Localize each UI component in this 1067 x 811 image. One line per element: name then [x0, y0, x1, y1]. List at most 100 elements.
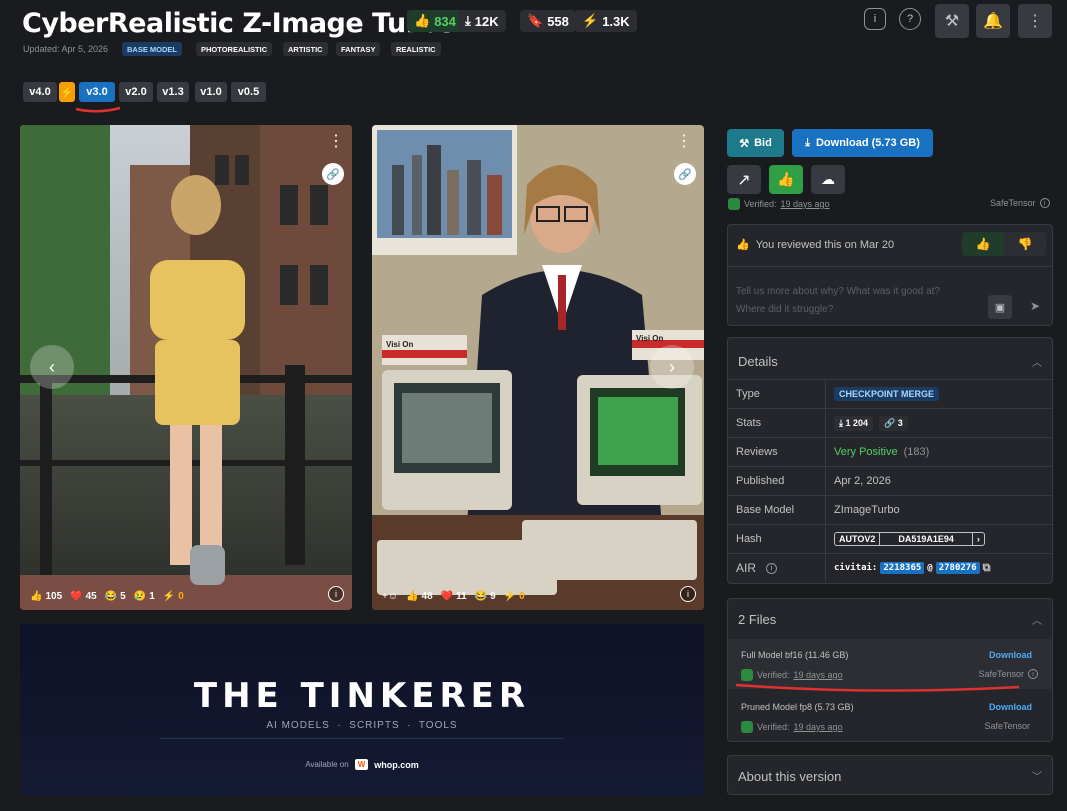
banner-title: THE TINKERER: [193, 676, 531, 716]
reaction-laugh[interactable]: 😂 5: [105, 591, 126, 602]
help-icon[interactable]: ?: [899, 8, 921, 30]
remix-icon[interactable]: 🔗: [674, 163, 696, 185]
review-text: You reviewed this on Mar 20: [755, 238, 895, 251]
about-version-panel[interactable]: About this version ﹀: [727, 755, 1053, 795]
info-icon[interactable]: i: [1028, 669, 1038, 679]
shield-check-icon: [728, 198, 740, 210]
attach-image-icon[interactable]: ▣: [988, 295, 1012, 319]
thumbs-up-icon: 👍: [736, 239, 750, 251]
about-version-label: About this version: [738, 769, 842, 784]
thumbs-up-button[interactable]: 👍: [962, 232, 1004, 256]
reviews-count: (183): [903, 446, 930, 458]
file-item: Pruned Model fp8 (5.73 GB) Download Veri…: [728, 691, 1052, 741]
reaction-buzz[interactable]: ⚡ 0: [163, 591, 184, 602]
version-v2-0[interactable]: v2.0: [119, 82, 153, 102]
hash-value: DA519A1E94: [898, 534, 954, 544]
add-reaction-icon[interactable]: +☺: [382, 591, 398, 602]
reaction-cry[interactable]: 😢 1: [134, 591, 155, 602]
image-info-icon[interactable]: i: [680, 586, 696, 602]
gallery-prev-button[interactable]: ‹: [30, 345, 74, 389]
tinkerer-banner[interactable]: THE TINKERER AI MODELS · SCRIPTS · TOOLS…: [20, 624, 704, 796]
file-download-link[interactable]: Download: [989, 650, 1032, 660]
verified-ago[interactable]: 19 days ago: [781, 199, 830, 209]
likes-stat[interactable]: 👍 834: [407, 10, 463, 32]
shield-check-icon: [741, 721, 753, 733]
tag-artistic[interactable]: ARTISTIC: [283, 42, 328, 56]
card-menu-icon[interactable]: ⋮: [328, 131, 344, 151]
reaction-heart[interactable]: ❤️ 11: [441, 591, 467, 602]
download-count-badge: ⤓ 1 204: [834, 415, 874, 431]
reaction-buzz[interactable]: ⚡ 0: [504, 591, 525, 602]
files-panel: 2 Files ︿ Full Model bf16 (11.46 GB) Dow…: [727, 598, 1053, 742]
like-button[interactable]: 👍: [769, 165, 803, 194]
card-menu-icon[interactable]: ⋮: [676, 131, 692, 151]
chevron-up-icon[interactable]: ︿: [1032, 354, 1042, 369]
more-menu-button[interactable]: ⋮: [1018, 4, 1052, 38]
share-icon: ↗: [737, 171, 751, 189]
bookmarks-stat[interactable]: 🔖 558: [520, 10, 576, 32]
hash-box[interactable]: AUTOV2 DA519A1E94 ›: [834, 532, 985, 546]
reactions-bar: 👍 105 ❤️ 45 😂 5 😢 1 ⚡ 0: [30, 591, 184, 602]
version-v3-0[interactable]: v3.0: [79, 82, 115, 102]
cloud-icon: ☁: [821, 171, 835, 187]
gallery-next-button[interactable]: ›: [650, 345, 694, 389]
version-v4-0[interactable]: v4.0: [23, 82, 57, 102]
file-download-link[interactable]: Download: [989, 702, 1032, 712]
chevron-down-icon[interactable]: ﹀: [1032, 768, 1042, 783]
version-v1-3[interactable]: v1.3: [157, 82, 189, 102]
share-button[interactable]: ↗: [727, 165, 761, 194]
hash-label: Hash: [728, 525, 826, 553]
bid-button[interactable]: ⚒ Bid: [727, 129, 784, 157]
file-verified: Verified: 19 days ago: [741, 721, 843, 733]
verified-status: Verified: 19 days ago: [728, 198, 830, 210]
file-name: Full Model bf16 (11.46 GB): [741, 650, 849, 660]
generation-count-badge: 🔗 3: [879, 415, 908, 431]
platform-label: whop.com: [374, 759, 419, 770]
thumbs-up-icon: 👍: [777, 171, 795, 187]
reaction-like[interactable]: 👍 48: [406, 591, 433, 602]
bid-gavel-button[interactable]: ⚒: [935, 4, 969, 38]
gavel-icon: ⚒: [739, 137, 750, 150]
file-format: SafeTensor i: [978, 669, 1038, 679]
published-row: Published Apr 2, 2026: [728, 466, 1052, 495]
image-info-icon[interactable]: i: [328, 586, 344, 602]
tag-fantasy[interactable]: FANTASY: [336, 42, 381, 56]
thumbs-down-button[interactable]: 👎: [1004, 232, 1046, 256]
thumbs-up-icon: 👍: [414, 13, 431, 28]
info-icon[interactable]: i: [1039, 198, 1050, 208]
chevron-right-icon: ›: [971, 533, 984, 545]
copy-icon[interactable]: ⧉: [983, 561, 991, 575]
base-model-label: Base Model: [728, 496, 826, 524]
generate-button[interactable]: ☁: [811, 165, 845, 194]
type-badge: CHECKPOINT MERGE: [834, 387, 940, 401]
tag-base-model[interactable]: BASE MODEL: [122, 42, 183, 56]
banner-available: Available on W whop.com: [20, 759, 704, 770]
version-v1-0[interactable]: v1.0: [195, 82, 227, 102]
tag-realistic[interactable]: REALISTIC: [391, 42, 441, 56]
updated-date: Updated: Apr 5, 2026: [23, 44, 109, 54]
files-header: 2 Files: [738, 612, 777, 627]
page-title: CyberRealistic Z-Image Turbo: [22, 8, 456, 39]
send-icon[interactable]: ➤: [1030, 299, 1040, 313]
stats-row: Stats ⤓ 1 204 🔗 3: [728, 408, 1052, 437]
notify-button[interactable]: 🔔: [976, 4, 1010, 38]
version-v0-5[interactable]: v0.5: [231, 82, 266, 102]
reviews-value[interactable]: Very Positive: [834, 446, 898, 458]
underline-annotation: [75, 106, 121, 113]
review-toggle: 👍 👎: [962, 232, 1046, 256]
tag-photorealistic[interactable]: PHOTOREALISTIC: [196, 42, 273, 56]
review-status: 👍 You reviewed this on Mar 20: [736, 238, 895, 252]
info-icon[interactable]: i: [864, 8, 886, 30]
info-icon[interactable]: i: [766, 562, 778, 574]
reaction-heart[interactable]: ❤️ 45: [70, 591, 97, 602]
reaction-like[interactable]: 👍 105: [30, 591, 62, 602]
download-button[interactable]: ⤓ Download (5.73 GB): [792, 129, 933, 157]
buzz-count: 1.3K: [602, 13, 630, 29]
remix-icon[interactable]: 🔗: [322, 163, 344, 185]
air-at: @: [927, 563, 933, 573]
type-row: Type CHECKPOINT MERGE: [728, 379, 1052, 408]
review-input[interactable]: Tell us more about why? What was it good…: [736, 283, 940, 319]
verified-ago[interactable]: 19 days ago: [794, 722, 843, 732]
chevron-up-icon[interactable]: ︿: [1032, 612, 1042, 627]
reaction-laugh[interactable]: 😂 9: [475, 591, 496, 602]
